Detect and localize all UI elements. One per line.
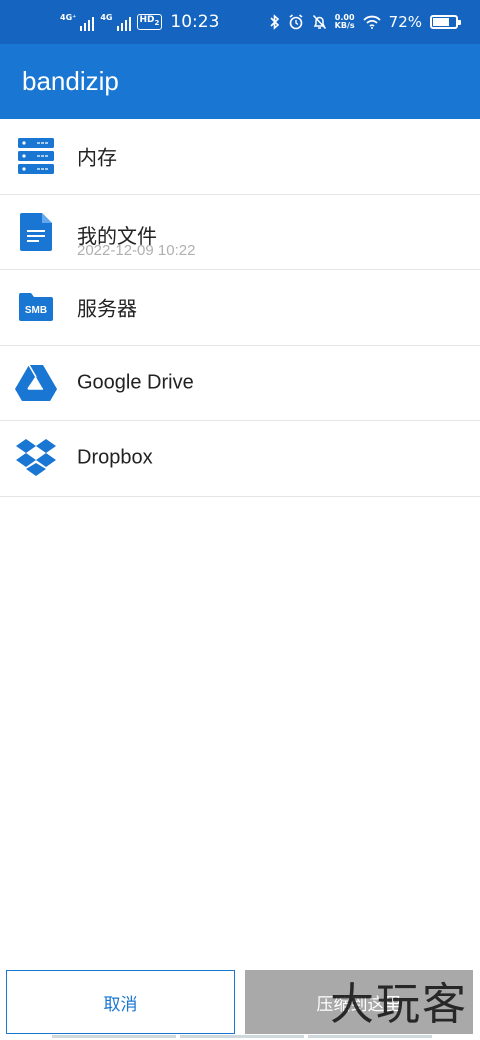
watermark-text: 大玩客: [330, 979, 468, 1030]
alarm-icon: [288, 14, 304, 30]
list-item-my-files[interactable]: 我的文件 2022-12-09 10:22: [0, 195, 480, 270]
cancel-button[interactable]: 取消: [6, 970, 235, 1034]
list-item-label: Google Drive: [77, 371, 194, 394]
list-item-label: 内存: [77, 147, 117, 170]
list-item-server[interactable]: SMB 服务器: [0, 270, 480, 346]
location-list: 内存 我的文件 2022-12-09 10:22 SMB 服务器 Google …: [0, 119, 480, 497]
list-item-timestamp: 2022-12-09 10:22: [77, 241, 196, 259]
battery-icon: [430, 15, 461, 29]
signal-sim2-icon: 4G: [100, 13, 131, 31]
list-item-internal-storage[interactable]: 内存: [0, 119, 480, 195]
svg-text:SMB: SMB: [25, 305, 47, 316]
list-item-label: Dropbox: [77, 446, 153, 469]
battery-percent: 72%: [388, 13, 422, 31]
document-icon: [14, 210, 58, 254]
list-item-google-drive[interactable]: Google Drive: [0, 346, 480, 421]
app-title: bandizip: [22, 66, 119, 96]
bluetooth-icon: [270, 14, 280, 30]
signal-sim1-icon: 4G⁺: [60, 13, 95, 31]
list-item-label: 服务器: [77, 298, 137, 321]
wifi-icon: [363, 15, 381, 29]
status-time: 10:23: [170, 12, 220, 32]
storage-icon: [14, 134, 58, 178]
dropbox-icon: [14, 436, 58, 480]
app-bar: bandizip: [0, 44, 480, 119]
status-bar: 4G⁺ 4G HD2 10:23 0.00 KB/s 72%: [0, 0, 480, 44]
google-drive-icon: [14, 361, 58, 405]
smb-server-icon: SMB: [14, 285, 58, 329]
list-item-dropbox[interactable]: Dropbox: [0, 421, 480, 497]
net-speed: 0.00 KB/s: [334, 13, 355, 30]
hd-voice-icon: HD2: [136, 14, 163, 30]
mute-bell-icon: [312, 14, 327, 30]
gesture-nav-bar: [52, 1035, 432, 1038]
